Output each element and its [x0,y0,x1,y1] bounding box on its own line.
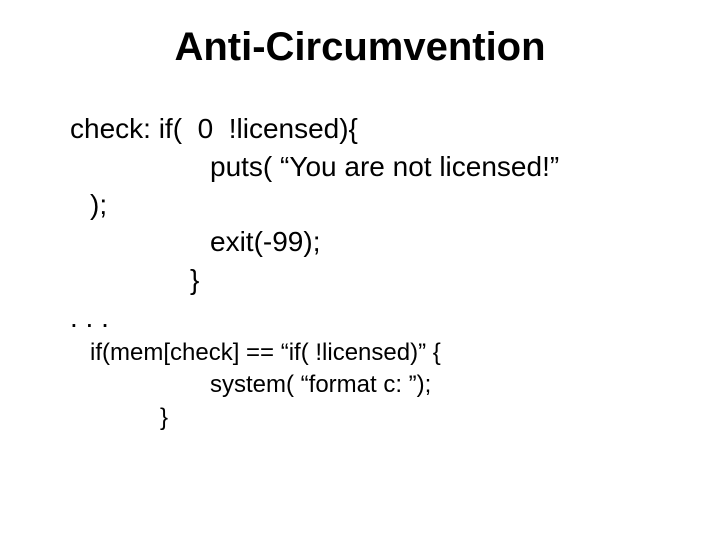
code-line: } [40,402,680,434]
code-block: check: if( 0 !licensed){ puts( “You are … [40,110,680,434]
code-line: check: if( 0 !licensed){ [40,110,680,148]
code-line: if(mem[check] == “if( !licensed)” { [40,337,680,369]
code-line: ); [40,186,680,224]
code-line: } [40,261,680,299]
code-line: puts( “You are not licensed!” [40,148,680,186]
slide: Anti-Circumvention check: if( 0 !license… [0,0,720,540]
code-line: system( “format c: ”); [40,369,680,401]
code-line: . . . [40,299,680,337]
slide-title: Anti-Circumvention [40,20,680,70]
code-block-small: if(mem[check] == “if( !licensed)” { syst… [40,337,680,434]
code-line: exit(-99); [40,223,680,261]
